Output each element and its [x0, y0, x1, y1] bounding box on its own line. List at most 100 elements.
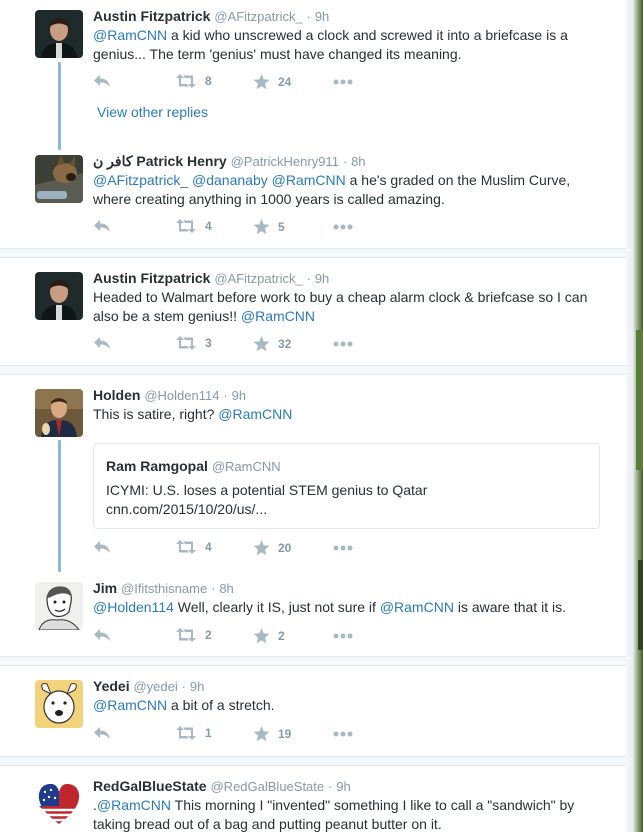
author-handle[interactable]: @AFitzpatrick_	[214, 9, 302, 24]
more-button[interactable]	[333, 224, 353, 230]
more-button[interactable]	[333, 545, 353, 551]
like-button[interactable]: 5	[253, 219, 285, 235]
retweet-count: 3	[205, 336, 212, 350]
conversation-feed: Austin Fitzpatrick @AFitzpatrick_ · 9h @…	[0, 0, 626, 832]
reply-button[interactable]	[93, 726, 111, 740]
author-handle[interactable]: @yedei	[133, 679, 177, 694]
tweet-actions: 3 32	[93, 336, 393, 354]
like-button[interactable]: 2	[253, 628, 285, 644]
more-button[interactable]	[333, 341, 353, 347]
mention-link[interactable]: @RamCNN	[241, 308, 315, 324]
avatar[interactable]	[35, 582, 83, 630]
timestamp[interactable]: 9h	[315, 9, 329, 24]
reply-button[interactable]	[93, 74, 111, 88]
tweet-actions: 4 5	[93, 219, 393, 237]
retweet-button[interactable]: 1	[175, 726, 212, 740]
reply-button[interactable]	[93, 219, 111, 233]
reply-icon	[93, 336, 111, 350]
mention-link[interactable]: @RamCNN	[93, 27, 167, 43]
author-handle[interactable]: @RedGalBlueState	[210, 779, 324, 794]
separator-dot: ·	[211, 581, 216, 596]
view-other-replies-link[interactable]: View other replies	[97, 104, 208, 120]
author-name[interactable]: Holden	[93, 387, 140, 403]
timestamp[interactable]: 9h	[315, 271, 329, 286]
like-count: 2	[278, 629, 285, 643]
retweet-button[interactable]: 4	[175, 219, 212, 233]
quoted-tweet[interactable]: Ram Ramgopal @RamCNN ICYMI: U.S. loses a…	[93, 443, 600, 529]
avatar[interactable]	[35, 10, 83, 58]
thread-separator	[0, 365, 626, 375]
tweet-text: @Holden114 Well, clearly it IS, just not…	[93, 598, 603, 617]
thread-line	[58, 440, 61, 572]
more-icon	[333, 731, 353, 737]
author-name[interactable]: Austin Fitzpatrick	[93, 8, 210, 24]
more-button[interactable]	[333, 79, 353, 85]
star-icon	[253, 74, 270, 90]
reply-button[interactable]	[93, 628, 111, 642]
timestamp[interactable]: 8h	[219, 581, 233, 596]
mention-link[interactable]: @Holden114	[93, 599, 174, 615]
author-name[interactable]: Patrick Henry	[136, 153, 226, 169]
avatar[interactable]	[35, 155, 83, 203]
mention-link[interactable]: @RamCNN	[380, 599, 454, 615]
author-name[interactable]: Austin Fitzpatrick	[93, 270, 210, 286]
like-button[interactable]: 24	[253, 74, 291, 90]
timestamp[interactable]: 9h	[336, 779, 350, 794]
tweet-text: Headed to Walmart before work to buy a c…	[93, 288, 603, 326]
retweet-button[interactable]: 2	[175, 628, 212, 642]
retweet-icon	[175, 219, 197, 233]
separator-dot: ·	[342, 154, 348, 169]
like-button[interactable]: 19	[253, 726, 291, 742]
timestamp[interactable]: 9h	[232, 388, 246, 403]
retweet-count: 8	[205, 74, 212, 88]
author-handle[interactable]: @PatrickHenry911	[231, 154, 339, 169]
tweet-text-segment: This is satire, right?	[93, 406, 219, 422]
quoted-author-name[interactable]: Ram Ramgopal	[106, 458, 208, 474]
mention-link[interactable]: @RamCNN	[97, 797, 171, 813]
author-handle[interactable]: @AFitzpatrick_	[214, 271, 302, 286]
reply-button[interactable]	[93, 336, 111, 350]
tweet-actions: 8 24	[93, 74, 393, 92]
mention-link[interactable]: @RamCNN	[218, 406, 292, 422]
like-button[interactable]: 32	[253, 336, 291, 352]
quoted-link[interactable]: cnn.com/2015/10/20/us/...	[106, 500, 586, 519]
reply-button[interactable]	[93, 540, 111, 554]
more-button[interactable]	[333, 633, 353, 639]
separator-dot: ·	[181, 679, 186, 694]
timestamp[interactable]: 8h	[351, 154, 365, 169]
thread-line	[58, 62, 61, 150]
tweet-actions: 2 2	[93, 628, 393, 646]
author-name[interactable]: Jim	[93, 580, 117, 596]
more-button[interactable]	[333, 731, 353, 737]
star-icon	[253, 540, 270, 556]
avatar[interactable]	[35, 780, 83, 828]
separator-dot: ·	[328, 779, 333, 794]
like-button[interactable]: 20	[253, 540, 291, 556]
tweet-actions: 1 19	[93, 726, 393, 744]
quoted-author-handle[interactable]: @RamCNN	[212, 459, 281, 474]
mention-link[interactable]: @RamCNN	[93, 697, 167, 713]
avatar[interactable]	[35, 680, 83, 728]
retweet-icon	[175, 726, 197, 740]
tweet-text-segment: Well, clearly it IS, just not sure if	[173, 599, 380, 615]
author-name[interactable]: Yedei	[93, 678, 130, 694]
author-name[interactable]: RedGalBlueState	[93, 778, 207, 794]
reply-icon	[93, 74, 111, 88]
like-count: 24	[278, 75, 292, 89]
star-icon	[253, 336, 270, 352]
more-icon	[333, 224, 353, 230]
retweet-count: 1	[205, 726, 212, 740]
retweet-button[interactable]: 3	[175, 336, 212, 350]
author-handle[interactable]: @Ifitsthisname	[121, 581, 207, 596]
avatar[interactable]	[35, 389, 83, 437]
retweet-icon	[175, 336, 197, 350]
mention-link[interactable]: @AFitzpatrick_ @dananaby @RamCNN	[93, 172, 346, 188]
timestamp[interactable]: 9h	[190, 679, 204, 694]
tweet-text-segment: Headed to Walmart before work to buy a c…	[93, 289, 588, 324]
author-name-suffix[interactable]: كافر ن	[93, 153, 133, 169]
author-handle[interactable]: @Holden114	[144, 388, 219, 403]
retweet-button[interactable]: 4	[175, 540, 212, 554]
retweet-button[interactable]: 8	[175, 74, 212, 88]
avatar[interactable]	[35, 272, 83, 320]
tweet-text-segment: a bit of a stretch.	[167, 697, 275, 713]
